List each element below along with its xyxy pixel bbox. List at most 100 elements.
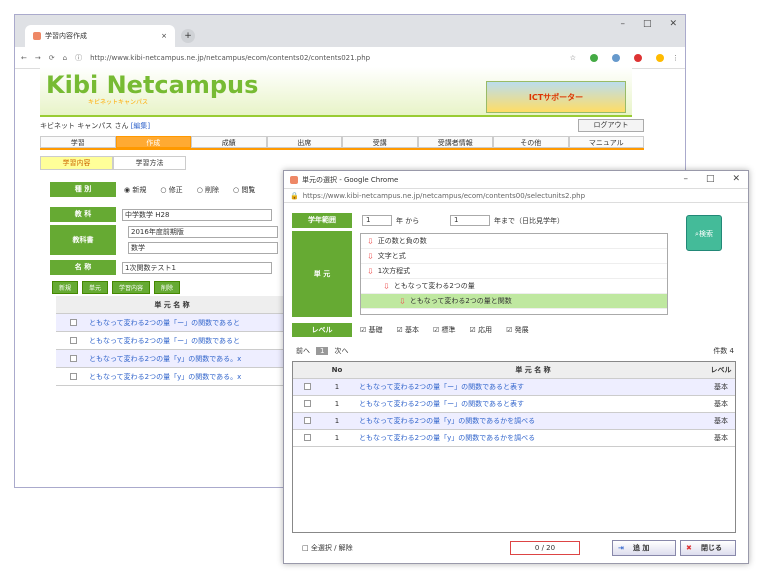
row-link[interactable]: ともなって変わる2つの量「ー」の関数であると表す <box>353 399 707 409</box>
name-label: 名 称 <box>50 260 116 275</box>
browser-tab[interactable]: 学習内容作成 × <box>25 25 175 47</box>
extension-icon[interactable] <box>612 53 620 62</box>
minimize-icon[interactable]: – <box>620 19 625 29</box>
site-logo[interactable]: Kibi Netcampus <box>46 71 258 99</box>
name-input[interactable]: 1次関数テスト1 <box>122 261 272 274</box>
tree-item[interactable]: ⇩ 文字と式 <box>361 249 667 264</box>
back-icon[interactable]: ← <box>21 54 27 62</box>
maximize-icon[interactable]: □ <box>643 19 652 29</box>
extension-icon[interactable] <box>634 53 642 62</box>
row-link[interactable]: ともなって変わる2つの量「y」の関数である。x <box>89 372 241 382</box>
url-input[interactable]: http://www.kibi-netcampus.ne.jp/netcampu… <box>90 54 562 62</box>
next-link[interactable]: 次へ <box>334 346 348 356</box>
book-field-2[interactable]: 数学 <box>128 242 278 254</box>
row-checkbox[interactable] <box>303 433 311 441</box>
extension-icon[interactable] <box>656 53 664 62</box>
radio-delete[interactable]: ○ 削除 <box>197 185 219 195</box>
subnav-item[interactable]: 学習方法 <box>113 156 186 170</box>
level-text: 応用 <box>478 326 493 334</box>
book-field[interactable]: 2016年度前期版 <box>128 226 278 238</box>
prev-link[interactable]: 前へ <box>296 346 310 356</box>
menu-icon[interactable]: ⋮ <box>672 54 679 62</box>
row-link[interactable]: ともなって変わる2つの量「ー」の関数であると <box>89 336 240 346</box>
lock-icon: ⓘ <box>75 53 83 62</box>
search-button[interactable]: ⌕検索 <box>686 215 722 251</box>
grade-from-select[interactable]: 1 <box>362 215 392 226</box>
tree-item-selected[interactable]: ⇩ ともなって変わる2つの量と関数 <box>361 294 667 309</box>
kind-radios: ◉ 新規 ○ 修正 ○ 削除 ○ 閲覧 <box>124 185 255 195</box>
nav-item[interactable]: 受講者情報 <box>417 136 493 148</box>
tree-label: 1次方程式 <box>377 266 411 275</box>
user-info: キビネット キャンパス さん [編集] <box>40 121 150 131</box>
minimize-icon[interactable]: – <box>683 174 688 184</box>
level-checkbox[interactable]: ☑ 基礎 <box>360 325 383 335</box>
selection-counter: 0 / 20 <box>510 541 580 555</box>
radio-new[interactable]: ◉ 新規 <box>124 185 146 195</box>
nav-item[interactable]: 学習 <box>40 136 116 148</box>
subnav-item[interactable]: 学習内容 <box>40 156 113 170</box>
edit-link[interactable]: [編集] <box>131 122 150 130</box>
nav-item[interactable]: 受講 <box>342 136 418 148</box>
delete-button[interactable]: 削除 <box>154 281 181 294</box>
nav-item-active[interactable]: 作成 <box>115 136 191 148</box>
row-link[interactable]: ともなって変わる2つの量「ー」の関数であると表す <box>353 382 707 392</box>
logout-button[interactable]: ログアウト <box>578 119 644 132</box>
close-button[interactable]: ✖ 閉じる <box>680 540 736 556</box>
row-checkbox[interactable] <box>70 319 77 326</box>
level-checkbox[interactable]: ☑ 基本 <box>397 325 420 335</box>
level-checkbox[interactable]: ☑ 発展 <box>506 325 529 335</box>
banner-image[interactable]: ICTサポーター <box>486 81 626 113</box>
arrow-down-icon: ⇩ <box>383 281 390 291</box>
level-checkbox[interactable]: ☑ 標準 <box>433 325 456 335</box>
tree-item[interactable]: ⇩ 1次方程式 <box>361 264 667 279</box>
star-icon[interactable]: ☆ <box>570 54 576 62</box>
row-checkbox[interactable] <box>70 355 77 362</box>
grade-to-select[interactable]: 1 <box>450 215 490 226</box>
level-text: 標準 <box>441 326 456 334</box>
home-icon[interactable]: ⌂ <box>63 54 67 62</box>
select-all-checkbox[interactable]: □ 全選択 / 解除 <box>302 543 353 553</box>
add-icon: ⇥ <box>618 544 624 552</box>
row-checkbox[interactable] <box>303 416 311 424</box>
close-window-icon[interactable]: ✕ <box>732 174 740 184</box>
radio-view[interactable]: ○ 閲覧 <box>233 185 255 195</box>
unit-tree[interactable]: ⇩ 正の数と負の数 ⇩ 文字と式 ⇩ 1次方程式 ⇩ ともなって変わる2つの量 ⇩ ともな… <box>360 233 668 315</box>
close-window-icon[interactable]: ✕ <box>669 19 677 29</box>
row-link[interactable]: ともなって変わる2つの量「y」の関数であるかを調べる <box>353 416 707 426</box>
table-row: 1 ともなって変わる2つの量「ー」の関数であると表す 基本 <box>293 396 735 413</box>
popup-titlebar: 単元の選択 - Google Chrome – □ ✕ <box>284 171 748 189</box>
add-button[interactable]: ⇥ 追 加 <box>612 540 676 556</box>
row-link[interactable]: ともなって変わる2つの量「y」の関数である。x <box>89 354 241 364</box>
popup-url[interactable]: https://www.kibi-netcampus.ne.jp/netcamp… <box>303 192 585 200</box>
row-link[interactable]: ともなって変わる2つの量「y」の関数であるかを調べる <box>353 433 707 443</box>
new-button[interactable]: 新規 <box>52 281 79 294</box>
popup-window-controls: – □ ✕ <box>683 174 740 184</box>
row-checkbox[interactable] <box>303 399 311 407</box>
row-link[interactable]: ともなって変わる2つの量「ー」の関数であると <box>89 318 240 328</box>
row-checkbox[interactable] <box>70 337 77 344</box>
nav-item[interactable]: 成績 <box>191 136 267 148</box>
close-icon[interactable]: × <box>161 32 167 40</box>
nav-item-manual[interactable]: マニュアル <box>568 136 644 148</box>
row-checkbox[interactable] <box>70 373 77 380</box>
content-button[interactable]: 学習内容 <box>112 281 151 294</box>
reload-icon[interactable]: ⟳ <box>49 54 55 62</box>
row-no: 1 <box>334 400 340 408</box>
grade-label: 学年範囲 <box>292 213 352 228</box>
tree-item[interactable]: ⇩ ともなって変わる2つの量 <box>361 279 667 294</box>
subject-select[interactable]: 中学数学 H28 <box>122 208 272 221</box>
page-number[interactable]: 1 <box>316 347 329 355</box>
row-checkbox[interactable] <box>303 382 311 390</box>
forward-icon[interactable]: → <box>35 54 41 62</box>
extension-icon[interactable] <box>590 53 598 62</box>
search-label: 検索 <box>698 230 713 238</box>
nav-item[interactable]: 出席 <box>266 136 342 148</box>
logo-subtitle: キビネットキャンパス <box>88 99 149 106</box>
nav-item[interactable]: その他 <box>493 136 569 148</box>
unit-button[interactable]: 単元 <box>82 281 109 294</box>
radio-edit[interactable]: ○ 修正 <box>160 185 182 195</box>
tree-item[interactable]: ⇩ 正の数と負の数 <box>361 234 667 249</box>
new-tab-icon[interactable]: + <box>181 29 195 43</box>
maximize-icon[interactable]: □ <box>706 174 715 184</box>
level-checkbox[interactable]: ☑ 応用 <box>470 325 493 335</box>
